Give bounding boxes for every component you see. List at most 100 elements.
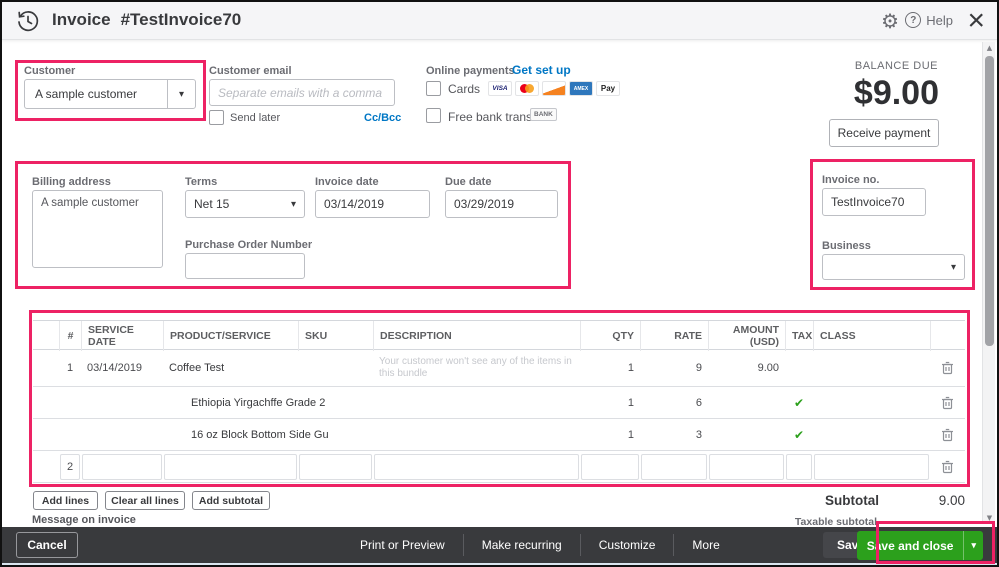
tax-check-icon[interactable]: ✔ [785, 396, 813, 410]
service-date-cell[interactable]: 03/14/2019 [81, 362, 163, 374]
description-cell[interactable]: Your customer won't see any of the items… [373, 356, 580, 381]
billing-address-textarea[interactable]: A sample customer [32, 190, 163, 268]
business-label: Business [822, 240, 871, 252]
due-date-input[interactable]: 03/29/2019 [445, 190, 558, 218]
table-row[interactable]: 1 03/14/2019 Coffee Test Your customer w… [33, 350, 965, 387]
more-button[interactable]: More [674, 538, 737, 552]
invoice-no-input[interactable]: TestInvoice70 [822, 188, 926, 216]
bank-transfer-checkbox[interactable] [426, 108, 441, 123]
po-number-input[interactable] [185, 253, 305, 279]
subtotal-label: Subtotal [825, 493, 879, 508]
amount-cell[interactable] [709, 453, 784, 480]
save-and-close-button[interactable]: Save and close ▾ [856, 531, 983, 560]
cards-checkbox[interactable] [426, 81, 441, 96]
amount-cell[interactable]: 9.00 [708, 362, 785, 374]
discover-icon [542, 81, 567, 96]
line-items-table: # SERVICE DATE PRODUCT/SERVICE SKU DESCR… [33, 320, 965, 483]
balance-due-label: BALANCE DUE [854, 60, 938, 72]
class-cell[interactable] [814, 453, 929, 480]
invoice-date-label: Invoice date [315, 176, 379, 188]
gear-icon[interactable]: ⚙ [881, 9, 899, 33]
help-button[interactable]: ? Help [905, 12, 953, 28]
message-on-invoice-label: Message on invoice [32, 514, 136, 526]
cards-label: Cards [448, 81, 481, 96]
history-icon[interactable] [16, 9, 40, 33]
table-header-row: # SERVICE DATE PRODUCT/SERVICE SKU DESCR… [33, 320, 965, 351]
clear-all-lines-button[interactable]: Clear all lines [105, 491, 185, 510]
product-cell[interactable]: Coffee Test [163, 362, 298, 374]
get-set-up-link[interactable]: Get set up [512, 63, 571, 77]
subtotal-value: 9.00 [938, 493, 965, 508]
close-icon[interactable]: × [967, 3, 985, 39]
description-cell[interactable] [374, 453, 579, 480]
business-select[interactable]: ▾ [822, 254, 965, 280]
send-later-checkbox[interactable] [209, 110, 224, 125]
scroll-up-icon[interactable]: ▲ [983, 42, 996, 54]
product-cell[interactable]: 16 oz Block Bottom Side Gu [163, 429, 329, 441]
balance-due-amount: $9.00 [853, 74, 939, 112]
bottom-strip [2, 563, 997, 565]
qty-cell[interactable] [581, 453, 639, 480]
customer-select[interactable]: A sample customer ▾ [24, 79, 196, 109]
cards-row: Cards VISA AMEX Pay [448, 81, 621, 96]
card-icons: VISA AMEX Pay [488, 81, 621, 96]
invoice-date-input[interactable]: 03/14/2019 [315, 190, 430, 218]
qty-cell[interactable]: 1 [580, 362, 640, 374]
mastercard-icon [515, 81, 540, 96]
make-recurring-button[interactable]: Make recurring [464, 538, 580, 552]
page-title: Invoice #TestInvoice70 [52, 10, 242, 29]
service-date-cell[interactable] [82, 453, 162, 480]
cancel-button[interactable]: Cancel [16, 532, 78, 558]
rate-cell[interactable]: 9 [640, 362, 708, 374]
bank-badge: BANK [530, 108, 557, 121]
terms-select[interactable]: Net 15 ▾ [185, 190, 305, 218]
visa-icon: VISA [488, 81, 513, 96]
scrollbar-thumb[interactable] [985, 56, 994, 346]
rate-cell[interactable]: 3 [640, 429, 708, 441]
footer-bar: Cancel Print or Preview Make recurring C… [2, 527, 997, 563]
trash-icon[interactable] [930, 361, 965, 375]
invoice-no-label: Invoice no. [822, 174, 880, 186]
rate-cell[interactable]: 6 [640, 397, 708, 409]
rate-cell[interactable] [641, 453, 707, 480]
customize-button[interactable]: Customize [581, 538, 674, 552]
amex-icon: AMEX [569, 81, 594, 96]
qty-cell[interactable]: 1 [580, 397, 640, 409]
chevron-down-icon: ▾ [290, 198, 296, 210]
qty-cell[interactable]: 1 [580, 429, 640, 441]
table-row[interactable]: 16 oz Block Bottom Side Gu 1 3 ✔ [33, 419, 965, 451]
product-cell[interactable] [164, 453, 297, 480]
product-cell[interactable]: Ethiopia Yirgachffe Grade 2 [163, 397, 325, 409]
chevron-down-icon[interactable]: ▾ [964, 540, 983, 551]
table-row[interactable]: Ethiopia Yirgachffe Grade 2 1 6 ✔ [33, 387, 965, 419]
tax-check-icon[interactable]: ✔ [785, 428, 813, 442]
invoice-window: Invoice #TestInvoice70 ⚙ ? Help × Custome… [0, 0, 999, 567]
customer-email-input[interactable]: Separate emails with a comma [209, 79, 395, 106]
table-row[interactable]: 2 [33, 451, 965, 483]
due-date-label: Due date [445, 176, 492, 188]
po-number-label: Purchase Order Number [185, 239, 313, 251]
apple-pay-icon: Pay [596, 81, 621, 96]
vertical-scrollbar[interactable]: ▲ ▼ [982, 42, 995, 524]
help-icon: ? [905, 12, 922, 28]
terms-label: Terms [185, 176, 218, 188]
receive-payment-button[interactable]: Receive payment [829, 119, 939, 147]
customer-email-label: Customer email [209, 65, 292, 77]
add-lines-button[interactable]: Add lines [33, 491, 98, 510]
trash-icon[interactable] [930, 460, 965, 474]
header-bar: Invoice #TestInvoice70 ⚙ ? Help × [2, 2, 997, 40]
print-or-preview-button[interactable]: Print or Preview [342, 538, 463, 552]
scroll-down-icon[interactable]: ▼ [983, 512, 996, 524]
tax-cell[interactable] [786, 453, 812, 480]
send-later-label: Send later [230, 112, 281, 124]
online-payments-label: Online payments [426, 65, 515, 77]
trash-icon[interactable] [930, 428, 965, 442]
add-subtotal-button[interactable]: Add subtotal [192, 491, 270, 510]
billing-address-label: Billing address [32, 176, 111, 188]
ccbcc-link[interactable]: Cc/Bcc [364, 112, 401, 124]
trash-icon[interactable] [930, 396, 965, 410]
sku-cell[interactable] [299, 453, 372, 480]
customer-label: Customer [24, 65, 76, 77]
chevron-down-icon: ▾ [950, 261, 956, 273]
chevron-down-icon[interactable]: ▾ [167, 80, 195, 108]
